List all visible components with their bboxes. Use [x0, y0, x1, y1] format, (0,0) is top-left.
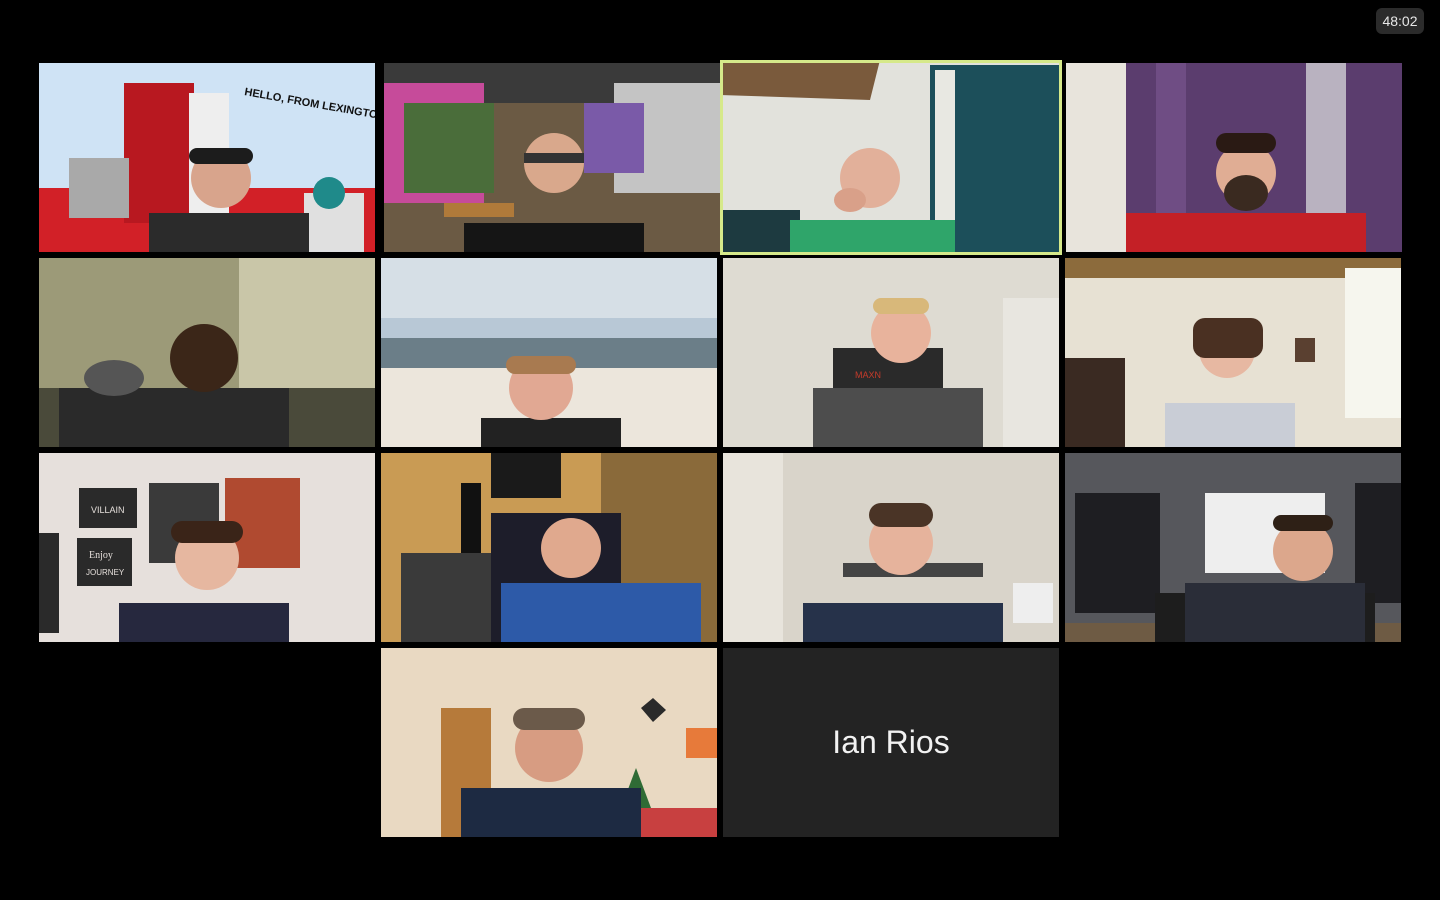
participant-video-tile-active-speaker[interactable]	[720, 60, 1062, 255]
video-feed	[384, 63, 720, 252]
video-feed	[1066, 63, 1402, 252]
chair-logo-text: MAXN	[855, 370, 881, 380]
video-feed: HELLO, FROM LEXINGTON	[39, 63, 375, 252]
video-feed	[381, 453, 717, 642]
video-feed	[39, 258, 375, 447]
participant-video-tile[interactable]	[381, 648, 717, 837]
participant-video-tile[interactable]	[39, 258, 375, 447]
participant-video-tile[interactable]	[1066, 63, 1402, 252]
poster-text: Enjoy	[89, 550, 113, 561]
participant-name: Ian Rios	[832, 724, 950, 760]
video-feed: VILLAIN Enjoy JOURNEY	[39, 453, 375, 642]
participant-video-tile[interactable]	[1065, 258, 1401, 447]
participant-video-tile[interactable]	[381, 258, 717, 447]
participant-video-tile[interactable]: VILLAIN Enjoy JOURNEY	[39, 453, 375, 642]
participant-camera-off-tile[interactable]: Ian Rios	[723, 648, 1059, 837]
participant-video-tile[interactable]: HELLO, FROM LEXINGTON	[39, 63, 375, 252]
video-feed	[1065, 453, 1401, 642]
video-feed	[720, 60, 1062, 255]
participant-video-tile[interactable]	[1065, 453, 1401, 642]
video-feed: MAXN	[723, 258, 1059, 447]
poster-text: JOURNEY	[86, 568, 125, 577]
video-feed	[1065, 258, 1401, 447]
poster-text: VILLAIN	[91, 505, 125, 515]
video-feed	[381, 258, 717, 447]
participant-video-tile[interactable]: MAXN	[723, 258, 1059, 447]
video-feed	[723, 453, 1059, 642]
participant-video-tile[interactable]	[384, 63, 720, 252]
participant-video-tile[interactable]	[723, 453, 1059, 642]
meeting-timer: 48:02	[1376, 8, 1424, 34]
video-feed	[381, 648, 717, 837]
participant-video-tile[interactable]	[381, 453, 717, 642]
